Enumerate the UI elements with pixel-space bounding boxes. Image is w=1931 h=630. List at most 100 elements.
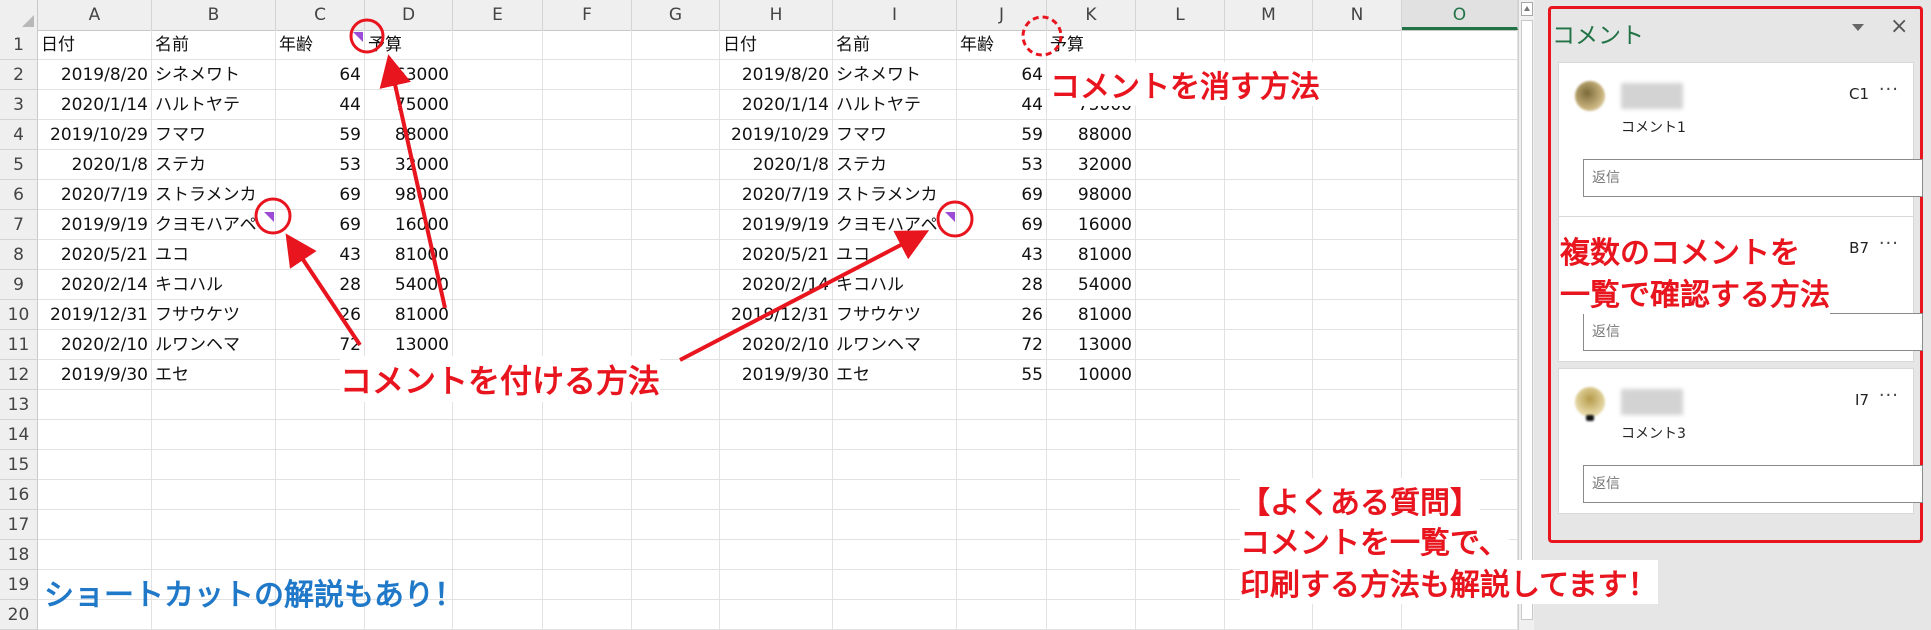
value-cell[interactable]: 2020/2/14 <box>720 270 833 300</box>
row-header-2[interactable]: 2 <box>0 60 38 90</box>
header-cell[interactable]: 日付 <box>38 30 152 60</box>
value-cell[interactable]: 88000 <box>365 120 453 150</box>
value-cell[interactable]: 53 <box>957 150 1047 180</box>
value-cell[interactable]: 2019/10/29 <box>720 120 833 150</box>
value-cell[interactable]: 72 <box>957 330 1047 360</box>
name-cell[interactable]: フマワ <box>152 120 276 150</box>
row-header-4[interactable]: 4 <box>0 120 38 150</box>
scrollbar-thumb[interactable] <box>1521 20 1533 620</box>
value-cell[interactable]: 59 <box>957 120 1047 150</box>
value-cell[interactable]: 26 <box>957 300 1047 330</box>
value-cell[interactable]: 2019/12/31 <box>38 300 152 330</box>
value-cell[interactable]: 16000 <box>365 210 453 240</box>
comment-cell-ref[interactable]: B7 <box>1849 239 1869 257</box>
comment-thread-2[interactable]: B7 ··· コメント2 返信 <box>1558 216 1923 362</box>
value-cell[interactable]: 81000 <box>1047 300 1136 330</box>
value-cell[interactable]: 81000 <box>365 240 453 270</box>
value-cell[interactable]: 59 <box>276 120 365 150</box>
name-cell[interactable]: ハルトヤテ <box>152 90 276 120</box>
header-cell[interactable]: 年齢 <box>957 30 1047 60</box>
name-cell[interactable]: シネメワト <box>152 60 276 90</box>
value-cell[interactable]: 32000 <box>365 150 453 180</box>
value-cell[interactable]: 69 <box>957 210 1047 240</box>
name-cell[interactable]: フサウケツ <box>152 300 276 330</box>
value-cell[interactable]: 43 <box>276 240 365 270</box>
column-header-i[interactable]: I <box>833 0 957 30</box>
row-header-19[interactable]: 19 <box>0 570 38 600</box>
more-options-icon[interactable]: ··· <box>1879 79 1899 100</box>
name-cell[interactable]: ルワンヘマ <box>152 330 276 360</box>
value-cell[interactable]: 88000 <box>1047 120 1136 150</box>
row-header-1[interactable]: 1 <box>0 30 38 60</box>
value-cell[interactable]: 54000 <box>1047 270 1136 300</box>
name-cell[interactable]: クヨモハアペ <box>152 210 276 240</box>
column-header-b[interactable]: B <box>152 0 276 30</box>
row-header-7[interactable]: 7 <box>0 210 38 240</box>
row-header-3[interactable]: 3 <box>0 90 38 120</box>
value-cell[interactable]: 2019/8/20 <box>720 60 833 90</box>
name-cell[interactable]: ルワンヘマ <box>833 330 957 360</box>
column-header-m[interactable]: M <box>1225 0 1313 30</box>
value-cell[interactable]: 63000 <box>365 60 453 90</box>
value-cell[interactable]: 28 <box>957 270 1047 300</box>
row-header-20[interactable]: 20 <box>0 600 38 630</box>
scroll-up-arrow-icon[interactable] <box>1521 2 1533 16</box>
value-cell[interactable]: 98000 <box>1047 180 1136 210</box>
value-cell[interactable]: 81000 <box>1047 240 1136 270</box>
name-cell[interactable]: ハルトヤテ <box>833 90 957 120</box>
value-cell[interactable]: 2019/12/31 <box>720 300 833 330</box>
name-cell[interactable]: ストラメンカ <box>833 180 957 210</box>
value-cell[interactable]: 69 <box>276 180 365 210</box>
name-cell[interactable]: フサウケツ <box>833 300 957 330</box>
row-header-12[interactable]: 12 <box>0 360 38 390</box>
value-cell[interactable]: 69 <box>276 210 365 240</box>
reply-input[interactable]: 返信 <box>1583 465 1923 503</box>
column-header-g[interactable]: G <box>632 0 720 30</box>
row-header-8[interactable]: 8 <box>0 240 38 270</box>
value-cell[interactable]: 13000 <box>365 330 453 360</box>
row-header-17[interactable]: 17 <box>0 510 38 540</box>
row-header-18[interactable]: 18 <box>0 540 38 570</box>
row-header-10[interactable]: 10 <box>0 300 38 330</box>
value-cell[interactable]: 55 <box>276 360 365 390</box>
column-header-j[interactable]: J <box>957 0 1047 30</box>
name-cell[interactable]: エセ <box>833 360 957 390</box>
row-header-15[interactable]: 15 <box>0 450 38 480</box>
select-all-corner[interactable] <box>0 0 38 30</box>
row-header-13[interactable]: 13 <box>0 390 38 420</box>
header-cell[interactable]: 日付 <box>720 30 833 60</box>
value-cell[interactable]: 69 <box>957 180 1047 210</box>
comment-thread-3[interactable]: I7 ··· コメント3 返信 <box>1558 368 1923 514</box>
value-cell[interactable]: 55 <box>957 360 1047 390</box>
value-cell[interactable]: 2019/8/20 <box>38 60 152 90</box>
value-cell[interactable]: 10000 <box>365 360 453 390</box>
comment-indicator-c1-icon[interactable] <box>353 32 363 42</box>
value-cell[interactable]: 72 <box>276 330 365 360</box>
value-cell[interactable]: 2020/1/14 <box>38 90 152 120</box>
column-header-n[interactable]: N <box>1313 0 1402 30</box>
comment-indicator-i7-icon[interactable] <box>945 212 955 222</box>
reply-input[interactable]: 返信 <box>1583 313 1923 351</box>
value-cell[interactable]: 2020/7/19 <box>720 180 833 210</box>
name-cell[interactable]: キコハル <box>833 270 957 300</box>
column-header-c[interactable]: C <box>276 0 365 30</box>
value-cell[interactable]: 2019/9/30 <box>38 360 152 390</box>
column-header-k[interactable]: K <box>1047 0 1136 30</box>
name-cell[interactable]: キコハル <box>152 270 276 300</box>
value-cell[interactable]: 2019/9/19 <box>38 210 152 240</box>
value-cell[interactable]: 13000 <box>1047 330 1136 360</box>
name-cell[interactable]: シネメワト <box>833 60 957 90</box>
more-options-icon[interactable]: ··· <box>1879 385 1899 406</box>
vertical-scrollbar[interactable] <box>1518 0 1535 630</box>
header-cell[interactable]: 名前 <box>833 30 957 60</box>
value-cell[interactable]: 44 <box>276 90 365 120</box>
comment-cell-ref[interactable]: I7 <box>1855 391 1869 409</box>
value-cell[interactable]: 43 <box>957 240 1047 270</box>
value-cell[interactable]: 10000 <box>1047 360 1136 390</box>
value-cell[interactable]: 2020/1/8 <box>38 150 152 180</box>
row-header-11[interactable]: 11 <box>0 330 38 360</box>
name-cell[interactable]: クヨモハアペ <box>833 210 957 240</box>
value-cell[interactable]: 81000 <box>365 300 453 330</box>
column-header-a[interactable]: A <box>38 0 152 30</box>
value-cell[interactable]: 44 <box>957 90 1047 120</box>
